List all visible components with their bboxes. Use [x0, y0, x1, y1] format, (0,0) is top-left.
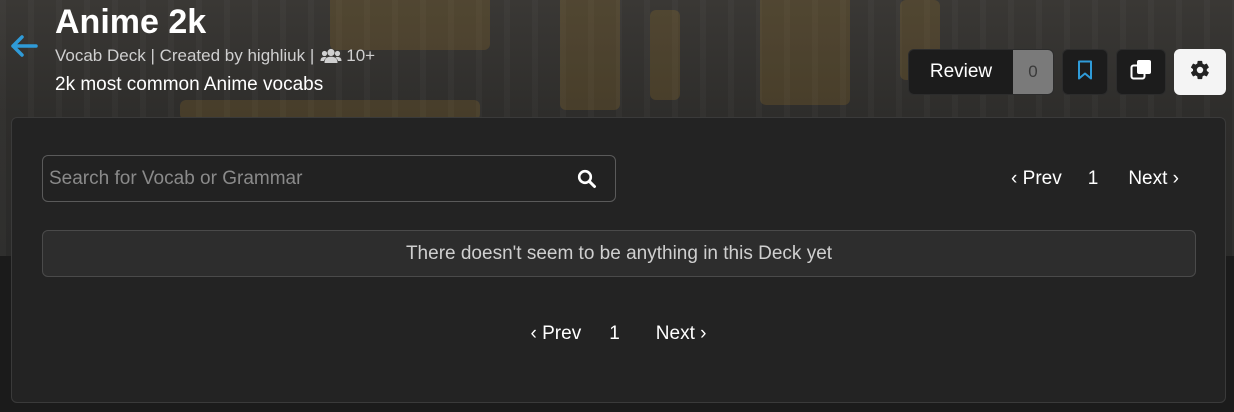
pagination-bottom: ‹ Prev 1 Next › — [12, 323, 1225, 345]
review-group: Review 0 — [908, 49, 1054, 95]
search-input[interactable] — [43, 156, 559, 201]
next-page-link[interactable]: Next › — [650, 323, 713, 345]
gear-icon — [1189, 59, 1211, 86]
users-count: 10+ — [346, 46, 376, 65]
copy-deck-button[interactable] — [1116, 49, 1166, 95]
users-icon — [320, 48, 342, 64]
empty-state-message: There doesn't seem to be anything in thi… — [42, 230, 1196, 277]
next-page-link[interactable]: Next › — [1122, 168, 1185, 190]
back-button[interactable] — [8, 32, 40, 64]
prev-page-link[interactable]: ‹ Prev — [525, 323, 588, 345]
review-count-badge: 0 — [1013, 50, 1053, 94]
bookmark-icon — [1077, 60, 1093, 85]
page-title: Anime 2k — [55, 3, 207, 41]
deck-description: 2k most common Anime vocabs — [55, 74, 324, 95]
copy-icon — [1130, 59, 1152, 86]
page-number[interactable]: 1 — [1082, 168, 1105, 190]
settings-button[interactable] — [1174, 49, 1226, 95]
deck-meta-text: Vocab Deck | Created by highliuk | — [55, 46, 315, 65]
page-number[interactable]: 1 — [603, 323, 626, 345]
bookmark-button[interactable] — [1062, 49, 1108, 95]
deck-actions: Review 0 — [908, 49, 1226, 95]
arrow-left-icon — [10, 34, 38, 63]
deck-content-panel: ‹ Prev 1 Next › There doesn't seem to be… — [11, 117, 1226, 403]
prev-page-link[interactable]: ‹ Prev — [1005, 168, 1068, 190]
search-icon[interactable] — [559, 169, 615, 189]
review-button[interactable]: Review — [909, 50, 1013, 94]
deck-meta: Vocab Deck | Created by highliuk | 10+ — [55, 45, 375, 67]
search-box — [42, 155, 616, 202]
pagination-top: ‹ Prev 1 Next › — [1005, 168, 1185, 190]
